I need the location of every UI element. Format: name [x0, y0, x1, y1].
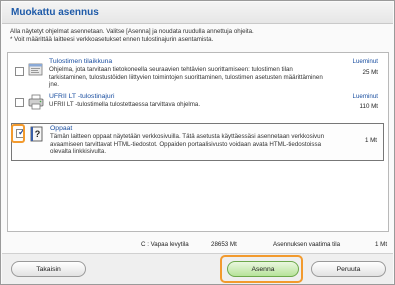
- instructions: Alla näytetyt ohjelmat asennetaan. Valit…: [10, 28, 390, 44]
- button-bar: Takaisin Asenna Peruuta: [2, 253, 393, 284]
- list-item-printer-driver: UFRII LT -tulostinajuri UFRII LT -tulost…: [11, 91, 384, 116]
- item-name: UFRII LT -tulostinajuri: [49, 93, 115, 100]
- free-space-value: 28653 Mt: [211, 241, 237, 248]
- item-description: Ohjelma, jota tarvitaan tietokoneella se…: [49, 66, 323, 88]
- required-space-value: 1 Mt: [375, 241, 388, 248]
- item-size: 25 Mt: [362, 69, 378, 76]
- item-name: Tulostimen tilaikkuna: [49, 58, 113, 65]
- item-size: 110 Mt: [359, 103, 378, 110]
- required-space-label: Asennuksen vaatima tila: [273, 241, 341, 248]
- printer-driver-icon: [28, 94, 44, 110]
- free-space-label: C : Vapaa levytila: [141, 241, 189, 248]
- status-window-icon: [28, 63, 43, 76]
- instruction-line: Alla näytetyt ohjelmat asennetaan. Valit…: [10, 28, 254, 35]
- checkbox-status-window[interactable]: [15, 67, 24, 76]
- readme-link[interactable]: Lueminut: [353, 58, 378, 65]
- manual-help-icon: ?: [30, 126, 43, 142]
- svg-text:?: ?: [35, 129, 41, 139]
- item-description: UFRII LT -tulostimella tulostettaessa ta…: [49, 101, 201, 108]
- item-name: Oppaat: [50, 125, 73, 132]
- back-button[interactable]: Takaisin: [11, 261, 86, 277]
- instruction-note: * Voit määrittää laitteesi verkkoasetuks…: [10, 36, 214, 43]
- component-list: Tulostimen tilaikkuna Ohjelma, jota tarv…: [7, 52, 389, 232]
- readme-link[interactable]: Lueminut: [353, 93, 378, 100]
- checkbox-highlight: [11, 124, 25, 143]
- window-title: Muokattu asennus: [11, 7, 99, 18]
- item-description: Tämän laitteen oppaat näytetään verkkosi…: [50, 133, 325, 155]
- title-bar: Muokattu asennus: [2, 2, 393, 24]
- install-button-highlight: [220, 255, 303, 283]
- cancel-button[interactable]: Peruuta: [311, 261, 386, 277]
- custom-install-window: Muokattu asennus Alla näytetyt ohjelmat …: [0, 0, 395, 285]
- item-size: 1 Mt: [364, 137, 377, 144]
- list-item-status-window: Tulostimen tilaikkuna Ohjelma, jota tarv…: [11, 56, 384, 88]
- checkbox-printer-driver[interactable]: [15, 98, 24, 107]
- list-item-manuals: ✓ ? Oppaat Tämän laitteen oppaat näytetä…: [11, 123, 384, 161]
